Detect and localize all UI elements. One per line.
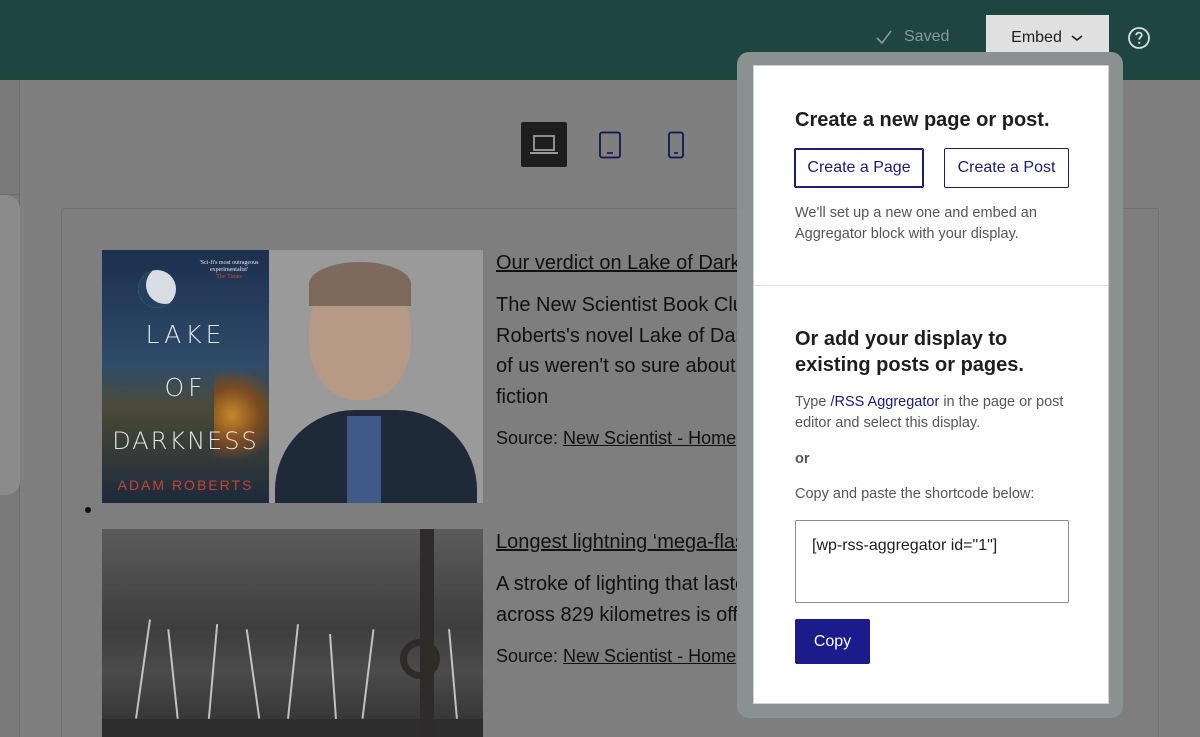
lightning-bolt <box>207 624 219 719</box>
feed-item-desc-line: fiction <box>496 385 549 408</box>
author-portrait <box>269 250 483 503</box>
copy-instruction: Copy and paste the shortcode below: <box>795 486 1035 502</box>
book-title-line: LAKE <box>145 320 226 349</box>
feed-item-desc-line: of us weren't so sure about t <box>496 355 747 377</box>
mobile-icon <box>668 131 684 158</box>
saved-label: Saved <box>904 28 950 45</box>
chevron-down-icon <box>1071 34 1083 41</box>
preview-desktop-button[interactable] <box>521 122 567 167</box>
create-post-button[interactable]: Create a Post <box>944 148 1069 188</box>
source-prefix: Source: <box>496 646 564 666</box>
source-link[interactable]: New Scientist - Home <box>563 428 736 448</box>
source-link[interactable]: New Scientist - Home <box>563 646 736 666</box>
book-author: ADAM ROBERTS <box>117 477 254 493</box>
sidebar-panel <box>0 195 20 495</box>
or-label: or <box>795 451 810 467</box>
tablet-icon <box>599 131 621 158</box>
cactus-arm <box>400 639 440 679</box>
book-cover: 'Sci-fi's most outrageous experimentalis… <box>102 250 269 503</box>
feed-item-image[interactable]: 'Sci-fi's most outrageous experimentalis… <box>102 250 483 503</box>
lightning-bolt <box>361 629 375 719</box>
book-quote: 'Sci-fi's most outrageous experimentalis… <box>199 260 259 281</box>
moon-shape <box>138 270 176 308</box>
divider <box>754 285 1108 286</box>
preview-mobile-button[interactable] <box>653 122 699 167</box>
source-prefix: Source: <box>496 428 564 448</box>
portrait-hair <box>309 262 411 306</box>
list-bullet <box>85 507 91 513</box>
feed-item-title[interactable]: Longest lightning ‘mega-flas <box>496 531 745 554</box>
existing-heading: Or add your display to existing posts or… <box>795 328 1024 376</box>
feed-item-title[interactable]: Our verdict on Lake of Darkn <box>496 252 752 275</box>
lightning-bolt <box>245 629 261 719</box>
rss-command: /RSS Aggregator <box>830 394 940 410</box>
shortcode-field[interactable]: [wp-rss-aggregator id="1"] <box>795 520 1069 603</box>
feed-item-desc-wrap: The New Scientist Book Club Roberts's no… <box>496 290 753 415</box>
embed-label: Embed <box>1011 28 1062 46</box>
create-page-button[interactable]: Create a Page <box>794 148 924 188</box>
lightning-bolt <box>167 629 179 719</box>
new-page-heading: Create a new page or post. <box>795 109 1050 131</box>
feed-item-desc-line: A stroke of lighting that laste <box>496 573 747 595</box>
feed-item-desc-line: across 829 kilometres is offi <box>496 603 743 626</box>
feed-item-source: Source: New Scientist - Home <box>496 645 753 669</box>
feed-item-title-wrap: Our verdict on Lake of Darkn <box>496 250 753 280</box>
feed-item-desc-line: The New Scientist Book Club <box>496 294 753 316</box>
check-icon <box>876 30 892 45</box>
new-page-note: We'll set up a new one and embed an Aggr… <box>795 205 1037 242</box>
lightning-bolt <box>329 634 337 719</box>
saved-status: Saved <box>874 26 949 48</box>
help-icon[interactable] <box>1127 26 1151 50</box>
preview-tablet-button[interactable] <box>587 122 633 167</box>
book-title-line: DARKNESS <box>112 427 259 455</box>
type-instruction: Type /RSS Aggregator in the page or post… <box>795 394 1064 431</box>
lightning-bolt <box>448 629 458 719</box>
copy-button[interactable]: Copy <box>795 619 870 664</box>
cactus-trunk <box>420 529 434 737</box>
feed-item-desc-line: Roberts's novel Lake of Dark <box>496 324 753 347</box>
feed-item-image[interactable] <box>102 529 483 737</box>
book-title-line: OF <box>164 373 207 402</box>
laptop-icon <box>530 134 558 154</box>
feed-item-title-wrap: Longest lightning ‘mega-flas <box>496 529 753 559</box>
lightning-bolt <box>287 624 299 719</box>
portrait-shirt <box>347 416 381 503</box>
embed-popover: Create a new page or post. Create a Page… <box>753 65 1109 704</box>
lightning-bolt <box>135 619 151 719</box>
feed-item-source: Source: New Scientist - Home <box>496 427 753 451</box>
feed-item-desc-wrap: A stroke of lighting that laste across 8… <box>496 569 753 633</box>
